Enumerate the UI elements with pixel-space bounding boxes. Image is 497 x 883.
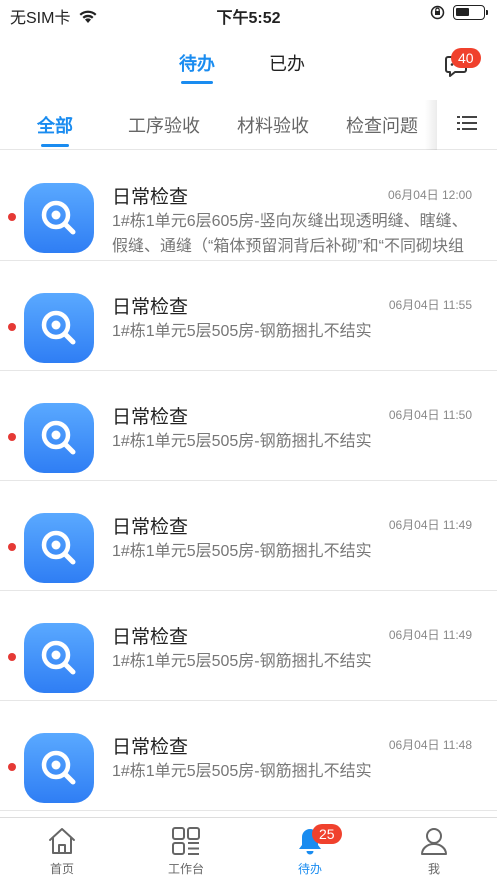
inspection-icon [24,403,94,473]
person-icon [421,828,447,855]
grid-icon [172,827,200,855]
item-time: 06月04日 11:55 [388,298,472,312]
list-menu-icon [457,116,477,130]
item-description: 1#栋1单元5层505房-钢筋捆扎不结实 [112,653,372,670]
item-description: 1#栋1单元5层505房-钢筋捆扎不结实 [112,433,372,450]
top-tabs: 待办 已办 40 [0,46,497,86]
item-time: 06月04日 11:49 [388,628,472,642]
bottom-nav: 首页 工作台 25 待办 我 [0,817,497,883]
item-title: 日常检查 [112,737,189,758]
item-title: 日常检查 [112,187,189,208]
battery-fill [456,8,469,16]
inspection-icon [24,293,94,363]
unread-dot [8,213,16,221]
nav-home[interactable]: 首页 [0,818,124,883]
unread-dot [8,543,16,551]
item-time: 06月04日 11:48 [388,738,472,752]
item-description: 1#栋1单元5层505房-钢筋捆扎不结实 [112,323,372,340]
list-item[interactable]: 日常检查 06月04日 12:00 1#栋1单元6层605房-竖向灰缝出现透明缝… [0,151,497,261]
inspection-icon [24,513,94,583]
list-item[interactable]: 日常检查 06月04日 11:48 1#栋1单元5层505房-钢筋捆扎不结实 [0,701,497,811]
unread-dot [8,653,16,661]
nav-workbench[interactable]: 工作台 [124,818,248,883]
battery-icon [453,5,488,20]
status-bar: 无SIM卡 下午5:52 [0,0,497,28]
status-right [430,5,488,20]
home-icon [49,828,75,854]
task-list: 日常检查 06月04日 12:00 1#栋1单元6层605房-竖向灰缝出现透明缝… [0,151,497,811]
item-description: 1#栋1单元5层505房-钢筋捆扎不结实 [112,763,372,780]
list-item[interactable]: 日常检查 06月04日 11:55 1#栋1单元5层505房-钢筋捆扎不结实 [0,261,497,371]
category-scroll-shadow [425,100,437,150]
item-time: 06月04日 11:49 [388,518,472,532]
nav-pending[interactable]: 25 待办 [248,818,372,883]
tab-done[interactable]: 已办 [269,50,305,76]
item-title: 日常检查 [112,297,189,318]
item-title: 日常检查 [112,517,189,538]
status-time: 下午5:52 [216,10,281,27]
nav-me-label: 我 [427,862,440,876]
list-item[interactable]: 日常检查 06月04日 11:50 1#栋1单元5层505房-钢筋捆扎不结实 [0,371,497,481]
nav-home-label: 首页 [49,862,74,876]
item-description: 1#栋1单元6层605房-竖向灰缝出现透明缝、瞎缝、假缝、通缝（“箱体预留洞背后… [112,213,468,255]
category-all[interactable]: 全部 [37,112,73,147]
nav-me[interactable]: 我 [372,818,496,883]
category-process-acceptance[interactable]: 工序验收 [128,112,200,138]
item-title: 日常检查 [112,627,189,648]
category-inspection-issues[interactable]: 检查问题 [346,112,418,138]
item-time: 06月04日 12:00 [387,188,472,202]
inspection-icon [24,733,94,803]
nav-pending-label: 待办 [297,862,322,876]
messages-button[interactable]: 40 [445,48,481,78]
unread-dot [8,323,16,331]
item-time: 06月04日 11:50 [388,408,472,422]
inspection-icon [24,623,94,693]
inspection-icon [24,183,94,253]
list-item[interactable]: 日常检查 06月04日 11:49 1#栋1单元5层505房-钢筋捆扎不结实 [0,481,497,591]
nav-workbench-label: 工作台 [167,862,204,876]
tab-pending[interactable]: 待办 [179,50,215,84]
message-count-badge: 40 [451,48,481,68]
orientation-lock-icon [430,5,445,20]
pending-count-badge: 25 [312,824,342,844]
item-title: 日常检查 [112,407,189,428]
unread-dot [8,433,16,441]
category-menu-button[interactable] [457,115,479,133]
item-description: 1#栋1单元5层505房-钢筋捆扎不结实 [112,543,372,560]
unread-dot [8,763,16,771]
category-bar: 全部 工序验收 材料验收 检查问题 [0,100,497,150]
category-material-acceptance[interactable]: 材料验收 [237,112,309,138]
list-item[interactable]: 日常检查 06月04日 11:49 1#栋1单元5层505房-钢筋捆扎不结实 [0,591,497,701]
